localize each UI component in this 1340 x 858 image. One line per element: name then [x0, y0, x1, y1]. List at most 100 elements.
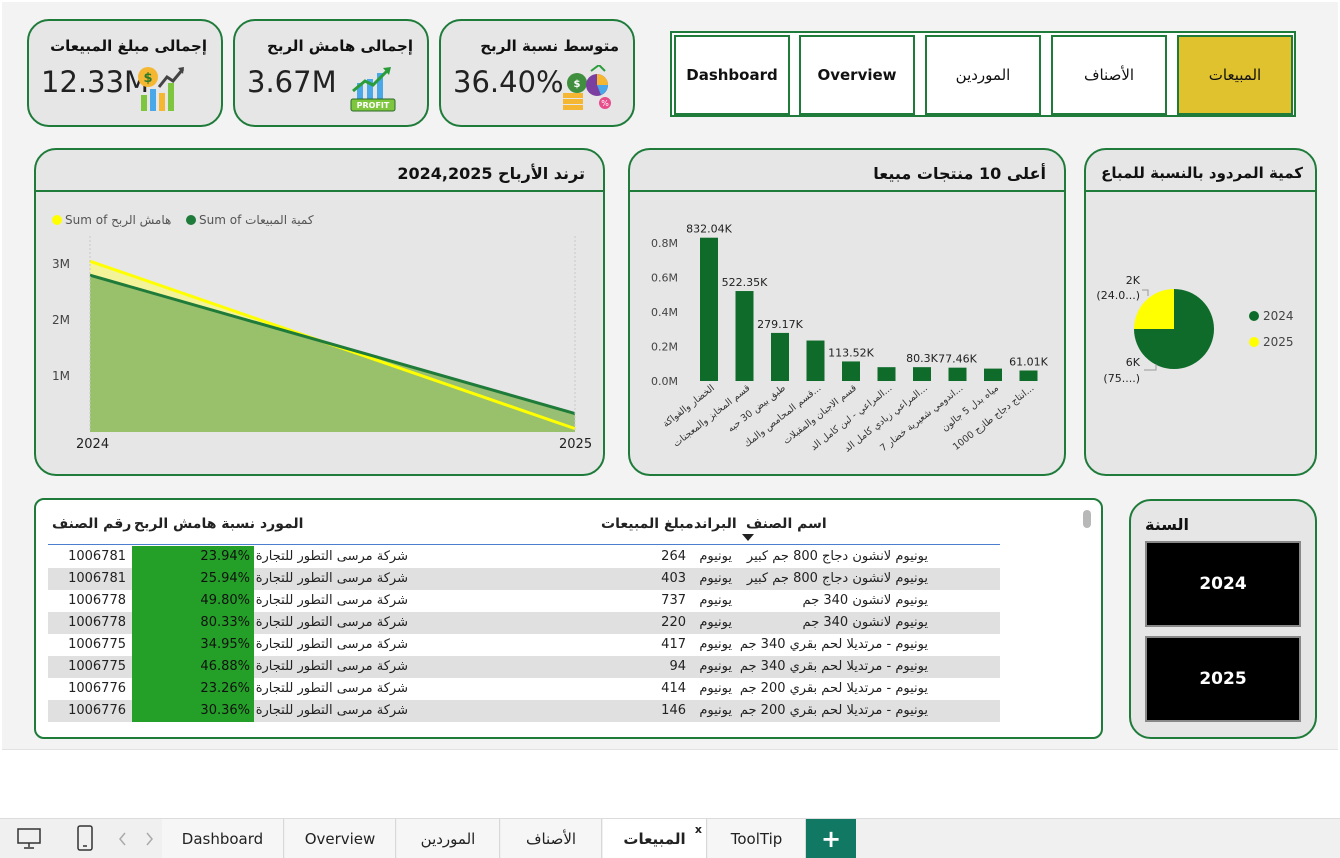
- nav-sales-button[interactable]: المبيعات: [1177, 35, 1293, 115]
- table-row[interactable]: 1006778 80.33% شركة مرسى التطور للتجارة 220…: [48, 612, 1000, 634]
- area-sales: [90, 275, 575, 432]
- kpi-total-margin-card: إجمالى هامش الربح 3.67M PROFIT: [233, 19, 429, 127]
- cell-brand: يونيوم: [699, 703, 732, 718]
- tab-suppliers[interactable]: الموردين: [397, 819, 500, 858]
- cell-supplier: شركة مرسى التطور للتجارة: [255, 593, 408, 608]
- year-slicer-panel: السنة 2024 2025: [1129, 499, 1317, 739]
- cell-code: 1006776: [68, 703, 126, 718]
- column-header-supplier[interactable]: المورد: [260, 516, 303, 532]
- cell-code: 1006778: [68, 593, 126, 608]
- cell-name: يونيوم - مرتديلا لحم بقري 340 جم: [739, 637, 928, 652]
- sort-descending-icon[interactable]: [742, 534, 754, 542]
- nav-dashboard-button[interactable]: Dashboard: [674, 35, 790, 115]
- column-header-margin[interactable]: نسبة هامش الربح: [134, 516, 255, 532]
- year-2025-button[interactable]: 2025: [1145, 636, 1301, 722]
- table-scrollbar[interactable]: [1083, 510, 1091, 528]
- profit-trend-area-chart: Sum of هامش الربح Sum of كمية المبيعات 3M 2…: [52, 213, 592, 452]
- add-page-button[interactable]: +: [806, 819, 856, 858]
- bar: [984, 368, 1002, 381]
- bar: [948, 367, 967, 381]
- kpi-value: 12.33M: [41, 65, 150, 99]
- cell-name: يونيوم لانشون دجاج 800 جم كبير: [746, 571, 928, 586]
- data-label: 832.04K: [686, 223, 732, 236]
- bar: [771, 332, 789, 381]
- data-label: 113.52K: [828, 346, 874, 359]
- column-header-amount[interactable]: مبلغ المبيعات: [601, 516, 694, 532]
- tab-tooltip[interactable]: ToolTip: [708, 819, 806, 858]
- bar: [735, 291, 754, 381]
- x-tick-label: 2024: [76, 437, 109, 452]
- column-header-code[interactable]: رقم الصنف: [52, 516, 131, 532]
- slice-value-label: 2K: [1126, 274, 1141, 287]
- nav-items-button[interactable]: الأصناف: [1051, 35, 1167, 115]
- kpi-value: 3.67M: [247, 65, 337, 99]
- cell-brand: يونيوم: [699, 659, 732, 674]
- cell-margin-value: 49.80%: [200, 593, 250, 608]
- cell-margin-value: 25.94%: [200, 571, 250, 586]
- cell-margin: 34.95%: [132, 634, 254, 656]
- tab-overview[interactable]: Overview: [285, 819, 396, 858]
- column-header-name[interactable]: اسم الصنف: [746, 516, 827, 532]
- scroll-right-icon[interactable]: [144, 832, 154, 846]
- items-table-panel: رقم الصنف نسبة هامش الربح المورد مبلغ ال…: [34, 498, 1103, 739]
- table-row[interactable]: 1006776 23.26% شركة مرسى التطور للتجارة 414…: [48, 678, 1000, 700]
- kpi-value: 36.40%: [453, 65, 564, 99]
- cell-margin: 25.94%: [132, 568, 254, 590]
- legend-label: 2025: [1263, 335, 1294, 349]
- y-tick-label: 0.4M: [651, 306, 678, 319]
- slice-percent-label: (24.0...): [1096, 289, 1140, 302]
- slice-percent-label: (75....): [1103, 372, 1140, 385]
- year-2024-button[interactable]: 2024: [1145, 541, 1301, 627]
- cell-brand: يونيوم: [699, 593, 732, 608]
- legend-marker: [1249, 311, 1259, 321]
- bar: [1019, 370, 1038, 381]
- cell-supplier: شركة مرسى التطور للتجارة: [255, 615, 408, 630]
- kpi-title: إجمالى مبلغ المبيعات: [50, 37, 207, 55]
- cell-margin: 23.26%: [132, 678, 254, 700]
- legend-label: Sum of كمية المبيعات: [199, 213, 314, 227]
- panel-title: أعلى 10 منتجات مبيعا: [873, 164, 1046, 183]
- legend-label: Sum of هامش الربح: [65, 213, 171, 228]
- table-row[interactable]: 1006778 49.80% شركة مرسى التطور للتجارة 737…: [48, 590, 1000, 612]
- slicer-title: السنة: [1145, 515, 1190, 534]
- cell-brand: يونيوم: [699, 681, 732, 696]
- cell-amount: 737: [661, 593, 686, 608]
- cell-amount: 264: [661, 549, 686, 564]
- table-row[interactable]: 1006775 34.95% شركة مرسى التطور للتجارة 417…: [48, 634, 1000, 656]
- panel-title: كمية المردود بالنسبة للمباع: [1101, 164, 1303, 182]
- profit-trend-panel: ترند الأرباح 2024,2025 Sum of هامش الربح…: [34, 148, 605, 476]
- table-row[interactable]: 1006781 25.94% شركة مرسى التطور للتجارة 403…: [48, 568, 1000, 590]
- nav-suppliers-button[interactable]: الموردين: [925, 35, 1041, 115]
- top10-products-panel: أعلى 10 منتجات مبيعا 0.8M 0.6M 0.4M 0.2M 0.0…: [628, 148, 1066, 476]
- table-body: 1006781 23.94% شركة مرسى التطور للتجارة 264…: [48, 542, 1000, 724]
- legend-marker: [186, 215, 196, 225]
- column-header-brand[interactable]: البراند: [694, 516, 737, 532]
- data-label: 61.01K: [1009, 355, 1048, 368]
- cell-brand: يونيوم: [699, 637, 732, 652]
- cell-amount: 220: [661, 615, 686, 630]
- cell-name: يونيوم - مرتديلا لحم بقري 340 جم: [739, 659, 928, 674]
- desktop-view-icon[interactable]: [16, 827, 42, 851]
- close-tab-icon[interactable]: x: [695, 823, 702, 836]
- y-tick-label: 0.6M: [651, 272, 678, 285]
- cell-amount: 417: [661, 637, 686, 652]
- table-row[interactable]: 1006781 23.94% شركة مرسى التطور للتجارة 264…: [48, 546, 1000, 568]
- cell-margin: 30.36%: [132, 700, 254, 722]
- cell-margin: 80.33%: [132, 612, 254, 634]
- table-row[interactable]: 1006775 46.88% شركة مرسى التطور للتجارة 94 ي…: [48, 656, 1000, 678]
- svg-text:$: $: [574, 79, 581, 90]
- cell-margin: 49.80%: [132, 590, 254, 612]
- data-label: 522.35K: [722, 276, 768, 289]
- cell-margin-value: 23.94%: [200, 549, 250, 564]
- bar: [913, 367, 931, 381]
- scroll-left-icon[interactable]: [118, 832, 128, 846]
- x-tick-label: 2025: [559, 437, 592, 452]
- svg-text:$: $: [143, 71, 152, 86]
- tab-dashboard[interactable]: Dashboard: [162, 819, 284, 858]
- tab-sales[interactable]: المبيعات x: [603, 819, 707, 858]
- nav-overview-button[interactable]: Overview: [799, 35, 915, 115]
- table-row[interactable]: 1006776 30.36% شركة مرسى التطور للتجارة 146…: [48, 700, 1000, 722]
- cell-margin: 46.88%: [132, 656, 254, 678]
- tab-items[interactable]: الأصناف: [501, 819, 602, 858]
- mobile-view-icon[interactable]: [76, 825, 94, 851]
